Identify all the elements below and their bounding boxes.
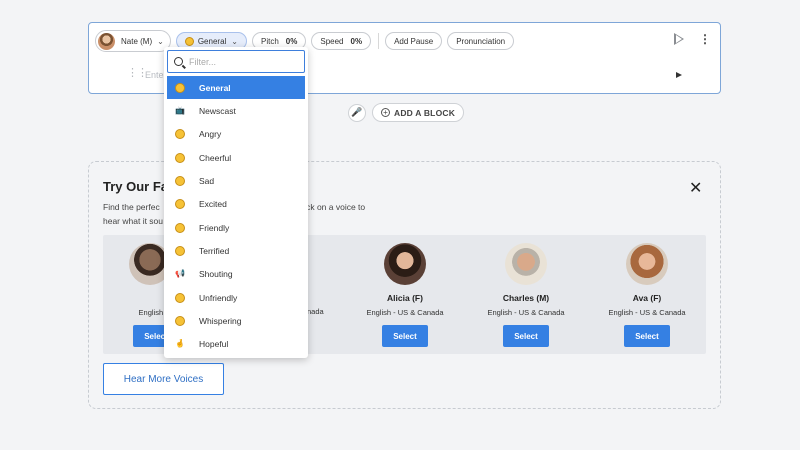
style-option-hopeful[interactable]: 🤞 Hopeful — [167, 332, 305, 355]
option-label: Angry — [199, 128, 222, 139]
megaphone-icon: 📢 — [175, 269, 185, 278]
angry-icon — [175, 128, 185, 139]
tv-icon: 📺 — [175, 106, 185, 115]
fear-icon — [175, 245, 185, 256]
pitch-value: 0% — [285, 36, 298, 46]
style-option-unfriendly[interactable]: Unfriendly — [167, 286, 305, 309]
grin-icon — [175, 152, 185, 163]
star-eyes-icon — [175, 198, 185, 209]
voice-language: English - US & Canada — [366, 308, 444, 317]
close-icon[interactable]: ✕ — [689, 178, 702, 198]
voice-avatar — [98, 32, 115, 50]
search-icon — [174, 57, 183, 66]
option-label: Cheerful — [199, 152, 232, 163]
voice-selector[interactable]: Nate (M) ⌄ — [95, 30, 171, 52]
drag-handle-icon[interactable]: ⋮⋮ — [127, 68, 148, 79]
style-label: General — [197, 36, 227, 46]
style-option-angry[interactable]: Angry — [167, 122, 305, 145]
option-label: Unfriendly — [199, 292, 238, 303]
add-block-row: 🎤 + ADD A BLOCK — [348, 103, 465, 122]
sad-icon — [175, 175, 185, 186]
voice-card: Charles (M) English - US & Canada Select — [471, 243, 581, 347]
desc-line1: Find the perfec — [103, 202, 160, 212]
style-option-terrified[interactable]: Terrified — [167, 239, 305, 262]
select-button[interactable]: Select — [624, 325, 670, 347]
option-label: General — [199, 82, 231, 93]
option-label: Shouting — [199, 268, 233, 279]
play-line-icon[interactable] — [676, 72, 682, 78]
style-dropdown-menu: General 📺 Newscast Angry Cheerful Sad Ex… — [164, 47, 308, 358]
add-block-button[interactable]: + ADD A BLOCK — [372, 103, 465, 122]
option-label: Newscast — [199, 105, 236, 116]
option-label: Hopeful — [199, 338, 229, 349]
filter-field[interactable] — [167, 50, 305, 73]
option-label: Whispering — [199, 315, 242, 326]
style-option-whispering[interactable]: Whispering — [167, 309, 305, 332]
style-option-sad[interactable]: Sad — [167, 169, 305, 192]
voice-name: Charles (M) — [502, 293, 550, 303]
voice-card: Ava (F) English - US & Canada Select — [592, 243, 702, 347]
style-option-newscast[interactable]: 📺 Newscast — [167, 99, 305, 122]
option-label: Sad — [199, 175, 215, 186]
pitch-label: Pitch — [261, 36, 279, 46]
speed-value: 0% — [350, 36, 363, 46]
voice-name: Ava (F) — [632, 293, 662, 303]
style-option-shouting[interactable]: 📢 Shouting — [167, 262, 305, 285]
pronunciation-button[interactable]: Pronunciation — [447, 32, 515, 50]
hush-icon — [175, 315, 185, 326]
voice-label: Nate (M) — [121, 36, 153, 46]
select-button[interactable]: Select — [382, 325, 428, 347]
add-block-label: ADD A BLOCK — [394, 107, 456, 118]
hear-more-voices-button[interactable]: Hear More Voices — [103, 363, 224, 395]
style-option-general[interactable]: General — [167, 76, 305, 99]
filter-input[interactable] — [189, 56, 297, 67]
style-option-friendly[interactable]: Friendly — [167, 216, 305, 239]
voice-avatar — [384, 243, 426, 285]
fingers-crossed-icon: 🤞 — [175, 339, 185, 348]
speed-control[interactable]: Speed 0% — [311, 32, 372, 50]
style-option-cheerful[interactable]: Cheerful — [167, 146, 305, 169]
voice-language: English - US & Canada — [608, 308, 686, 317]
smile-icon — [184, 36, 194, 46]
style-option-excited[interactable]: Excited — [167, 192, 305, 215]
plus-icon: + — [381, 108, 390, 117]
chevron-down-icon: ⌄ — [157, 36, 164, 46]
chevron-down-icon: ⌄ — [231, 36, 238, 46]
voice-avatar — [626, 243, 668, 285]
select-button[interactable]: Select — [503, 325, 549, 347]
speed-label: Speed — [320, 36, 344, 46]
unamused-icon — [175, 292, 185, 303]
voice-name: Alicia (F) — [387, 293, 423, 303]
option-label: Excited — [199, 198, 227, 209]
text-input-placeholder[interactable]: Ente — [145, 70, 164, 80]
toolbar-divider — [378, 33, 380, 49]
voice-language: English - US & Canada — [487, 308, 565, 317]
panel-title: Try Our Fa — [103, 179, 169, 194]
voice-avatar — [505, 243, 547, 285]
more-options-icon[interactable]: ⋮ — [699, 33, 711, 45]
desc-line2: hear what it sou — [103, 216, 164, 226]
add-pause-button[interactable]: Add Pause — [385, 32, 443, 50]
option-label: Terrified — [199, 245, 230, 256]
play-icon[interactable] — [674, 33, 684, 45]
smile-icon — [175, 82, 185, 93]
voice-card: Alicia (F) English - US & Canada Select — [350, 243, 460, 347]
smile-icon — [175, 222, 185, 233]
option-label: Friendly — [199, 222, 230, 233]
microphone-icon[interactable]: 🎤 — [348, 103, 366, 122]
